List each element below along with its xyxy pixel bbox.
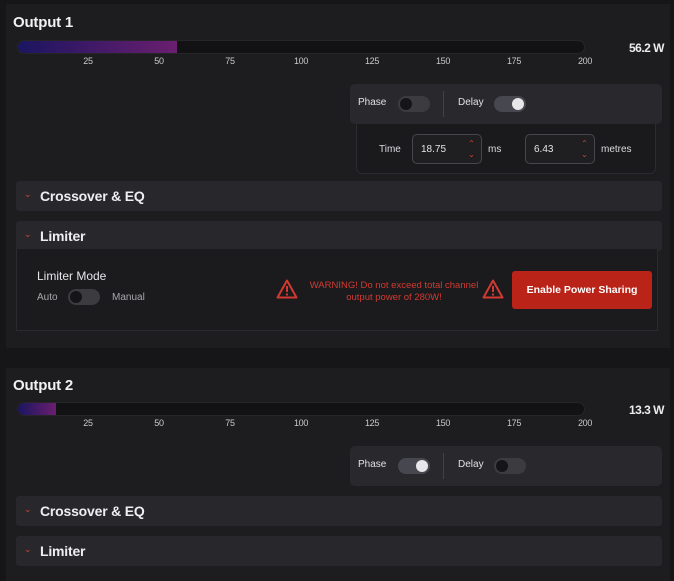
power-meter-fill — [18, 403, 56, 415]
meter-tick-label: 175 — [506, 56, 522, 66]
chevron-down-icon: ⌄ — [24, 229, 32, 239]
meter-tick-label: 175 — [506, 418, 522, 428]
accordion-label: Crossover & EQ — [40, 188, 145, 204]
time-value: 18.75 — [421, 144, 447, 155]
output-title: Output 1 — [13, 14, 74, 31]
meter-tick-label: 150 — [435, 56, 451, 66]
toggle-knob — [400, 98, 412, 110]
distance-input[interactable]: 6.43 ⌃ ⌄ — [525, 134, 595, 164]
meter-tick-label: 75 — [225, 56, 235, 66]
distance-value: 6.43 — [534, 144, 554, 155]
toggle-knob — [496, 460, 508, 472]
time-input[interactable]: 18.75 ⌃ ⌄ — [412, 134, 482, 164]
meter-tick-label: 75 — [225, 418, 235, 428]
accordion-label: Limiter — [40, 543, 86, 559]
phase-toggle[interactable] — [398, 96, 430, 112]
output-1-section: Output 1 56.2 W Phase Delay Time 18.75 ⌃… — [6, 4, 670, 348]
increment-icon[interactable]: ⌃ — [467, 140, 476, 148]
meter-tick-label: 50 — [154, 56, 164, 66]
meter-tick-label: 125 — [364, 418, 380, 428]
output-2-section: Output 2 13.3 W Phase Delay ⌄ Crossover … — [6, 368, 670, 581]
distance-unit: metres — [601, 144, 632, 155]
power-readout: 13.3 W — [628, 403, 665, 417]
phase-label: Phase — [358, 97, 387, 108]
warning-icon — [276, 279, 298, 299]
delay-toggle[interactable] — [494, 458, 526, 474]
delay-label: Delay — [458, 459, 484, 470]
meter-tick-label: 150 — [435, 418, 451, 428]
meter-tick-label: 200 — [577, 418, 593, 428]
meter-tick-label: 100 — [293, 418, 309, 428]
accordion-label: Crossover & EQ — [40, 503, 145, 519]
increment-icon[interactable]: ⌃ — [580, 140, 589, 148]
meter-tick-label: 200 — [577, 56, 593, 66]
power-readout: 56.2 W — [628, 41, 665, 55]
phase-toggle[interactable] — [398, 458, 430, 474]
chevron-down-icon: ⌄ — [24, 544, 32, 554]
decrement-icon[interactable]: ⌄ — [467, 151, 476, 159]
meter-tick-label: 125 — [364, 56, 380, 66]
phase-label: Phase — [358, 459, 387, 470]
chevron-down-icon: ⌄ — [24, 504, 32, 514]
divider — [443, 91, 444, 117]
limiter-mode-auto-label: Auto — [37, 292, 58, 303]
delay-toggle[interactable] — [494, 96, 526, 112]
output-title: Output 2 — [13, 377, 74, 394]
delay-time-panel: Time 18.75 ⌃ ⌄ ms 6.43 ⌃ ⌄ metres — [356, 124, 656, 174]
limiter-mode-manual-label: Manual — [112, 292, 145, 303]
limiter-accordion[interactable]: ⌄ Limiter — [16, 536, 662, 566]
meter-tick-label: 25 — [83, 56, 93, 66]
divider — [443, 453, 444, 479]
time-label: Time — [379, 144, 401, 155]
time-unit: ms — [488, 144, 502, 155]
phase-delay-panel: Phase Delay — [350, 446, 662, 486]
power-meter-fill — [18, 41, 178, 53]
meter-tick-label: 50 — [154, 418, 164, 428]
meter-tick-label: 100 — [293, 56, 309, 66]
limiter-panel: Limiter Mode Auto Manual WARNING! Do not… — [16, 249, 658, 331]
limiter-mode-title: Limiter Mode — [37, 269, 107, 283]
crossover-eq-accordion[interactable]: ⌄ Crossover & EQ — [16, 181, 662, 211]
limiter-accordion[interactable]: ⌄ Limiter — [16, 221, 662, 251]
phase-delay-panel: Phase Delay — [350, 84, 662, 124]
crossover-eq-accordion[interactable]: ⌄ Crossover & EQ — [16, 496, 662, 526]
enable-power-sharing-button[interactable]: Enable Power Sharing — [512, 271, 652, 309]
chevron-down-icon: ⌄ — [24, 189, 32, 199]
power-warning-text: WARNING! Do not exceed total channel out… — [309, 280, 479, 303]
power-meter — [17, 402, 585, 416]
toggle-knob — [416, 460, 428, 472]
decrement-icon[interactable]: ⌄ — [580, 151, 589, 159]
power-meter — [17, 40, 585, 54]
limiter-mode-toggle[interactable] — [68, 289, 100, 305]
delay-label: Delay — [458, 97, 484, 108]
meter-tick-label: 25 — [83, 418, 93, 428]
toggle-knob — [512, 98, 524, 110]
toggle-knob — [70, 291, 82, 303]
accordion-label: Limiter — [40, 228, 86, 244]
warning-icon — [482, 279, 504, 299]
